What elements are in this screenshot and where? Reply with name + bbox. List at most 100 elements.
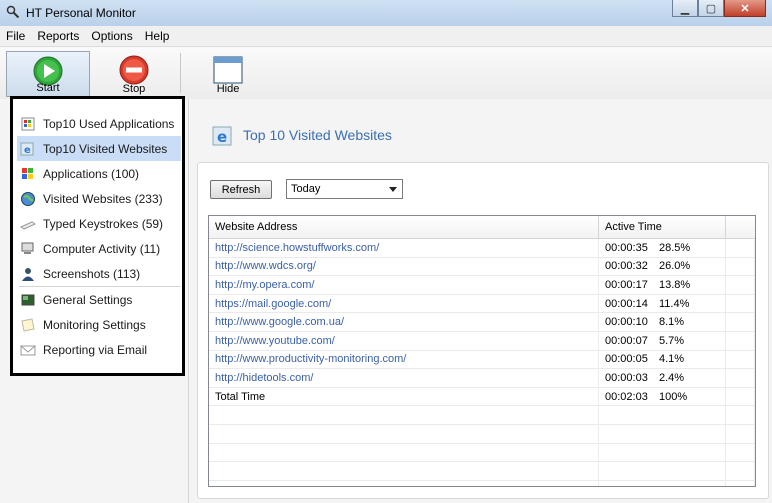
sidebar-item-reporting-email[interactable]: Reporting via Email — [17, 337, 181, 362]
empty-cell — [726, 276, 755, 294]
active-time-cell: 00:00:03 2.4% — [599, 369, 726, 387]
table-row[interactable]: http://hidetools.com/00:00:03 2.4% — [209, 369, 755, 388]
empty-row — [209, 480, 755, 486]
active-percent: 8.1% — [659, 316, 685, 329]
table-row[interactable]: http://www.wdcs.org/00:00:32 26.0% — [209, 257, 755, 277]
websites-table: Website Address Active Time http://scien… — [208, 215, 756, 487]
table-row[interactable]: http://www.productivity-monitoring.com/0… — [209, 350, 755, 370]
menu-help[interactable]: Help — [139, 29, 176, 43]
report-navigation: Top10 Used Applications e Top10 Visited … — [10, 96, 185, 376]
sidebar-item-screenshots[interactable]: Screenshots (113) — [17, 261, 181, 286]
sidebar-item-top10-websites[interactable]: e Top10 Visited Websites — [17, 136, 181, 161]
website-url[interactable]: https://mail.google.com/ — [209, 294, 599, 313]
sidebar-item-general-settings[interactable]: General Settings — [17, 287, 181, 312]
menu-file[interactable]: File — [0, 29, 31, 43]
empty-cell — [726, 331, 755, 350]
sidebar-item-monitoring-settings[interactable]: Monitoring Settings — [17, 312, 181, 337]
empty-cell — [209, 462, 599, 480]
menu-bar: File Reports Options Help — [0, 26, 772, 47]
active-percent: 28.5% — [659, 241, 691, 254]
website-url[interactable]: http://www.google.com.ua/ — [209, 313, 599, 331]
website-url[interactable]: http://www.productivity-monitoring.com/ — [209, 350, 599, 369]
table-row[interactable]: http://www.youtube.com/00:00:07 5.7% — [209, 331, 755, 351]
active-time: 00:00:14 — [605, 297, 648, 310]
hide-label: Hide — [216, 83, 240, 95]
window-icon — [213, 56, 243, 84]
toolbar: Start Stop Hide — [0, 47, 772, 100]
empty-cell — [726, 239, 755, 257]
empty-cell — [599, 424, 726, 443]
active-time: 00:00:07 — [605, 334, 648, 347]
minimize-button[interactable]: ▁ — [672, 0, 698, 17]
empty-cell — [209, 443, 599, 462]
apps-icon — [19, 116, 37, 132]
empty-cell — [726, 406, 755, 424]
empty-cell — [209, 480, 599, 486]
empty-cell — [209, 424, 599, 443]
sidebar-item-keystrokes[interactable]: Typed Keystrokes (59) — [17, 211, 181, 236]
empty-cell — [726, 424, 755, 443]
website-url[interactable]: http://science.howstuffworks.com/ — [209, 239, 599, 257]
table-row[interactable]: http://my.opera.com/00:00:17 13.8% — [209, 276, 755, 295]
close-button[interactable]: ✕ — [724, 0, 766, 17]
active-time-cell: 00:00:10 8.1% — [599, 313, 726, 331]
hide-button[interactable]: Hide — [198, 51, 258, 97]
maximize-button[interactable]: ▢ — [698, 0, 724, 17]
table-body: http://science.howstuffworks.com/00:00:3… — [209, 239, 755, 486]
note-icon — [19, 317, 37, 333]
refresh-button[interactable]: Refresh — [210, 180, 272, 199]
empty-row — [209, 406, 755, 425]
globe-icon — [19, 191, 37, 207]
active-time: 00:00:03 — [605, 371, 648, 384]
title-bar: HT Personal Monitor ▁ ▢ ✕ — [0, 0, 772, 26]
empty-cell — [209, 406, 599, 424]
active-percent: 2.4% — [659, 371, 685, 384]
sidebar-item-label: Monitoring Settings — [43, 317, 146, 332]
sidebar-item-top10-apps[interactable]: Top10 Used Applications — [17, 111, 181, 136]
period-select[interactable]: Today — [286, 179, 403, 199]
user-icon — [19, 266, 37, 282]
empty-cell — [599, 480, 726, 486]
svg-text:e: e — [24, 145, 31, 156]
active-time-cell: 00:00:05 4.1% — [599, 350, 726, 369]
active-percent: 4.1% — [659, 353, 685, 366]
table-total-row[interactable]: Total Time 00:02:03 100% — [209, 387, 755, 407]
start-button[interactable]: Start — [6, 51, 90, 97]
column-header-address[interactable]: Website Address — [209, 216, 599, 238]
table-row[interactable]: http://science.howstuffworks.com/00:00:3… — [209, 239, 755, 258]
website-url[interactable]: http://my.opera.com/ — [209, 276, 599, 294]
active-time: 00:00:35 — [605, 241, 648, 254]
sidebar-item-label: Typed Keystrokes (59) — [43, 216, 164, 231]
empty-cell — [599, 406, 726, 424]
report-panel: Refresh Today Website Address Active Tim… — [197, 162, 769, 499]
chevron-down-icon — [389, 187, 397, 192]
active-time: 00:00:32 — [605, 260, 648, 273]
website-url[interactable]: http://hidetools.com/ — [209, 369, 599, 387]
table-row[interactable]: https://mail.google.com/00:00:14 11.4% — [209, 294, 755, 314]
sidebar-item-visited-websites[interactable]: Visited Websites (233) — [17, 186, 181, 211]
website-url[interactable]: http://www.wdcs.org/ — [209, 257, 599, 276]
sidebar-item-label: General Settings — [43, 292, 133, 307]
ie-icon: e — [212, 126, 232, 146]
windows-icon — [19, 166, 37, 182]
email-icon — [19, 342, 37, 358]
page-title: Top 10 Visited Websites — [243, 127, 392, 143]
sidebar-item-applications[interactable]: Applications (100) — [17, 161, 181, 186]
table-row[interactable]: http://www.google.com.ua/00:00:10 8.1% — [209, 313, 755, 332]
svg-text:e: e — [217, 128, 227, 146]
active-percent: 26.0% — [659, 260, 691, 273]
website-url[interactable]: http://www.youtube.com/ — [209, 331, 599, 350]
menu-reports[interactable]: Reports — [31, 29, 85, 43]
active-percent: 5.7% — [659, 334, 685, 347]
empty-cell — [726, 387, 755, 406]
menu-options[interactable]: Options — [85, 29, 138, 43]
sidebar-item-label: Reporting via Email — [43, 342, 148, 357]
stop-button[interactable]: Stop — [104, 51, 164, 97]
stop-label: Stop — [122, 83, 146, 95]
keyboard-icon — [19, 216, 37, 232]
sidebar-item-computer-activity[interactable]: Computer Activity (11) — [17, 236, 181, 261]
sidebar-item-label: Top10 Used Applications — [43, 116, 175, 131]
column-header-active-time[interactable]: Active Time — [599, 216, 726, 238]
sidebar-item-label: Applications (100) — [43, 166, 140, 181]
table-header: Website Address Active Time — [209, 216, 755, 239]
